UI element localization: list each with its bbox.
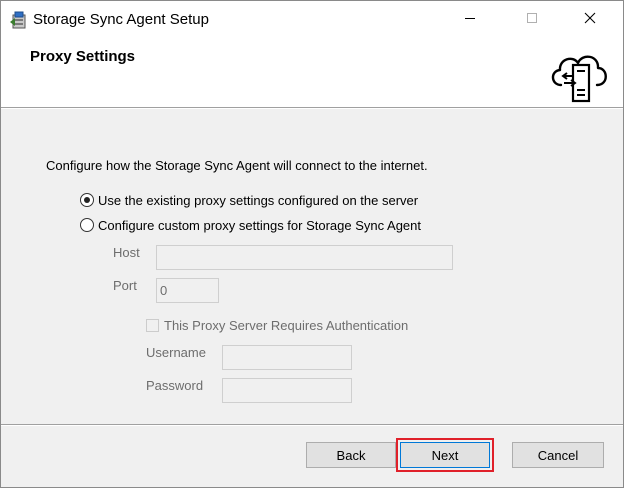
page-header: Proxy Settings (1, 39, 623, 107)
radio-custom-proxy-label[interactable]: Configure custom proxy settings for Stor… (98, 218, 421, 233)
window-title: Storage Sync Agent Setup (33, 11, 209, 28)
title-bar[interactable]: Storage Sync Agent Setup (1, 1, 623, 39)
installer-app-icon (9, 10, 29, 30)
cloud-sync-icon (547, 45, 611, 103)
page-title: Proxy Settings (30, 48, 136, 65)
radio-button-selected[interactable] (80, 193, 94, 207)
header-divider (1, 107, 623, 109)
radio-button-unselected[interactable] (80, 218, 94, 232)
maximize-button[interactable] (509, 1, 555, 39)
setup-window: Storage Sync Agent Setup Proxy Settings (0, 0, 624, 488)
cancel-button[interactable]: Cancel (512, 442, 604, 468)
username-label: Username (146, 345, 206, 360)
auth-required-checkbox-row[interactable]: This Proxy Server Requires Authenticatio… (146, 317, 408, 333)
host-label: Host (113, 245, 140, 260)
host-field[interactable] (156, 245, 453, 270)
auth-required-label[interactable]: This Proxy Server Requires Authenticatio… (164, 318, 408, 333)
password-field[interactable] (222, 378, 352, 403)
port-field[interactable] (156, 278, 219, 303)
back-button[interactable]: Back (306, 442, 396, 468)
close-icon (584, 11, 596, 29)
minimize-button[interactable] (447, 1, 493, 39)
radio-existing-proxy-label[interactable]: Use the existing proxy settings configur… (98, 193, 418, 208)
minimize-icon (464, 11, 476, 29)
intro-text: Configure how the Storage Sync Agent wil… (46, 158, 428, 173)
close-button[interactable] (567, 1, 613, 39)
username-field[interactable] (222, 345, 352, 370)
next-button-highlight (396, 438, 494, 472)
maximize-icon (526, 11, 538, 29)
footer-divider (1, 424, 623, 426)
auth-required-checkbox[interactable] (146, 318, 159, 332)
radio-custom-proxy[interactable]: Configure custom proxy settings for Stor… (80, 216, 421, 234)
password-label: Password (146, 378, 204, 393)
port-label: Port (113, 278, 137, 293)
radio-existing-proxy[interactable]: Use the existing proxy settings configur… (80, 191, 418, 209)
